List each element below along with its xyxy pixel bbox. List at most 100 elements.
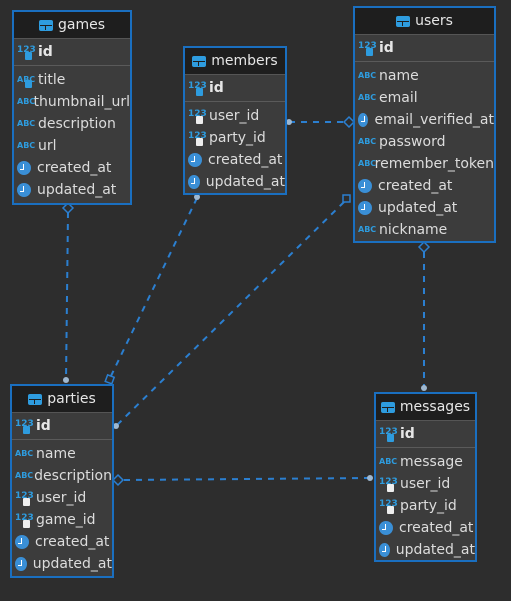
column-name: updated_at — [205, 174, 285, 190]
table-parties[interactable]: parties id name description user_id game_idcr… — [10, 384, 114, 578]
column-row[interactable]: email_verified_at — [355, 109, 494, 131]
table-users[interactable]: users id name email email_verified_atpasswor… — [353, 6, 496, 243]
number-type-icon — [188, 131, 207, 146]
number-type-icon — [379, 477, 398, 492]
column-name: user_id — [36, 490, 87, 506]
column-name: id — [38, 44, 53, 60]
table-members[interactable]: members id user_id party_id created_atupdate… — [183, 46, 287, 195]
column-name: id — [209, 80, 224, 96]
column-row[interactable]: remember_token — [355, 153, 494, 175]
table-header[interactable]: users — [355, 8, 494, 35]
column-name: name — [36, 446, 76, 462]
square-marker — [104, 373, 116, 385]
column-name: party_id — [209, 130, 266, 146]
table-name: users — [415, 13, 453, 29]
column-row[interactable]: thumbnail_url — [14, 91, 130, 113]
column-name: id — [36, 418, 51, 434]
column-name: name — [379, 68, 419, 84]
column-name: updated_at — [395, 542, 475, 558]
number-type-icon — [188, 109, 207, 124]
table-name: games — [57, 17, 105, 33]
table-games[interactable]: gamesid title thumbnail_url description url c… — [12, 10, 132, 205]
text-type-icon — [17, 73, 35, 88]
table-icon — [192, 55, 207, 67]
clock-type-icon — [188, 153, 202, 167]
text-type-icon — [358, 135, 376, 149]
column-row[interactable]: user_id — [185, 105, 285, 127]
key-icon — [366, 48, 373, 56]
text-type-icon — [379, 455, 397, 469]
primary-key-row[interactable]: id — [376, 421, 475, 448]
clock-type-icon — [15, 557, 27, 571]
column-name: title — [38, 72, 66, 88]
column-row[interactable]: name — [355, 65, 494, 87]
column-name: id — [400, 426, 415, 442]
column-name: description — [34, 468, 112, 484]
column-name: password — [379, 134, 446, 150]
column-row[interactable]: created_at — [376, 517, 475, 539]
clock-type-icon — [379, 521, 393, 535]
column-row[interactable]: user_id — [376, 473, 475, 495]
table-messages[interactable]: messages id message user_id party_id created_… — [374, 392, 477, 562]
column-name: message — [400, 454, 463, 470]
text-type-icon — [358, 223, 376, 237]
key-icon — [25, 52, 32, 60]
link-parties-users[interactable] — [115, 201, 345, 427]
column-row[interactable]: description — [14, 113, 130, 135]
column-row[interactable]: updated_at — [376, 539, 475, 561]
table-icon — [380, 401, 395, 413]
diamond-marker — [417, 240, 431, 254]
column-row[interactable]: updated_at — [12, 553, 112, 575]
column-row[interactable]: updated_at — [355, 197, 494, 219]
column-row[interactable]: updated_at — [14, 179, 130, 201]
column-row[interactable]: created_at — [185, 149, 285, 171]
column-name: party_id — [400, 498, 457, 514]
table-header[interactable]: games — [14, 12, 130, 39]
column-name: updated_at — [37, 182, 117, 198]
table-icon — [396, 15, 411, 27]
column-row[interactable]: message — [376, 451, 475, 473]
column-name: created_at — [37, 160, 112, 176]
column-row[interactable]: description — [12, 465, 112, 487]
link-messages-parties[interactable] — [123, 477, 371, 481]
link-parties-members[interactable] — [109, 197, 198, 379]
column-name: url — [38, 138, 57, 154]
column-row[interactable]: created_at — [355, 175, 494, 197]
column-row[interactable]: url — [14, 135, 130, 157]
column-name: game_id — [36, 512, 96, 528]
clock-type-icon — [358, 201, 372, 215]
column-name: description — [38, 116, 116, 132]
link-parties-games[interactable] — [65, 211, 69, 381]
table-header[interactable]: parties — [12, 386, 112, 413]
number-type-icon — [188, 81, 207, 96]
column-row[interactable]: created_at — [14, 157, 130, 179]
number-type-icon — [15, 491, 34, 506]
column-row[interactable]: name — [12, 443, 112, 465]
column-name: updated_at — [378, 200, 458, 216]
text-type-icon — [358, 157, 376, 171]
primary-key-row[interactable]: id — [185, 75, 285, 102]
table-header[interactable]: members — [185, 48, 285, 75]
text-type-icon — [15, 469, 33, 483]
square-marker — [342, 194, 351, 203]
number-type-icon — [379, 427, 398, 442]
key-icon — [196, 116, 203, 124]
primary-key-row[interactable]: id — [12, 413, 112, 440]
column-row[interactable]: game_id — [12, 509, 112, 531]
column-row[interactable]: title — [14, 69, 130, 91]
column-row[interactable]: party_id — [376, 495, 475, 517]
column-name: created_at — [35, 534, 110, 550]
primary-key-row[interactable]: id — [355, 35, 494, 62]
column-row[interactable]: party_id — [185, 127, 285, 149]
column-row[interactable]: password — [355, 131, 494, 153]
column-row[interactable]: user_id — [12, 487, 112, 509]
column-row[interactable]: created_at — [12, 531, 112, 553]
text-type-icon — [15, 447, 33, 461]
column-row[interactable]: updated_at — [185, 171, 285, 193]
text-type-icon — [17, 95, 36, 109]
number-type-icon — [358, 41, 377, 56]
column-row[interactable]: email — [355, 87, 494, 109]
primary-key-row[interactable]: id — [14, 39, 130, 66]
column-row[interactable]: nickname — [355, 219, 494, 241]
table-header[interactable]: messages — [376, 394, 475, 421]
